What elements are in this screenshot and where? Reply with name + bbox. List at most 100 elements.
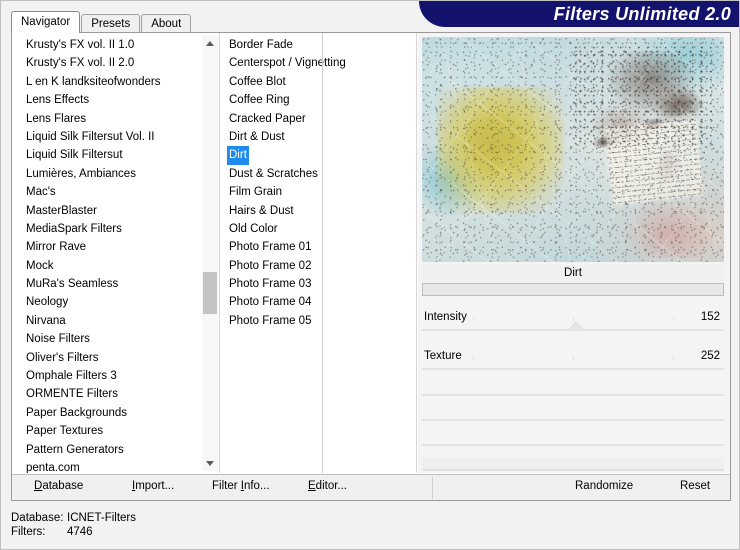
filter-item[interactable]: Dirt & Dust <box>221 128 416 146</box>
navigator-item-label: Omphale Filters 3 <box>26 370 117 383</box>
navigator-item[interactable]: Krusty's FX vol. II 2.0 <box>12 54 219 72</box>
filter-list[interactable]: Border Fade Centerspot / Vignetting Coffee… <box>221 33 417 473</box>
navigator-scrollbar[interactable] <box>202 35 218 471</box>
filter-info-button[interactable]: Filter Info... <box>212 480 270 492</box>
filter-item[interactable]: Border Fade <box>221 36 416 54</box>
slider-tick <box>672 317 674 321</box>
filter-item[interactable]: Hairs & Dust <box>221 202 416 220</box>
navigator-item-label: Mirror Rave <box>26 241 87 254</box>
navigator-item[interactable]: Paper Textures <box>12 422 219 440</box>
filter-item[interactable]: Photo Frame 05 <box>221 312 416 330</box>
tab-presets[interactable]: Presets <box>81 14 141 32</box>
filter-item[interactable]: Cracked Paper <box>221 110 416 128</box>
preset-bar[interactable] <box>422 283 724 296</box>
navigator-item[interactable]: Liquid Silk Filtersut Vol. II <box>12 128 219 146</box>
filter-item[interactable]: Dirt <box>221 146 416 165</box>
slider-tick <box>573 356 574 360</box>
navigator-item[interactable]: MediaSpark Filters <box>12 220 219 238</box>
filter-item[interactable]: Old Color <box>221 220 416 238</box>
navigator-item[interactable]: Noise Filters <box>12 330 219 348</box>
panel-footer-strip <box>422 457 724 469</box>
slider-track-empty <box>422 394 724 396</box>
navigator-item-label: ORMENTE Filters <box>26 388 118 401</box>
navigator-item[interactable]: Neology <box>12 293 219 311</box>
navigator-item[interactable]: Lens Flares <box>12 110 219 128</box>
navigator-item[interactable]: L en K landksiteofwonders <box>12 73 219 91</box>
filter-item[interactable]: Photo Frame 03 <box>221 275 416 293</box>
navigator-item-label: Neology <box>26 296 69 309</box>
navigator-item-label: Krusty's FX vol. II 1.0 <box>26 39 135 51</box>
slider-track-empty <box>422 469 724 471</box>
database-button[interactable]: Database <box>34 480 83 492</box>
tab-about[interactable]: About <box>141 14 192 32</box>
navigator-item-label: MuRa's Seamless <box>26 278 119 291</box>
filter-item-label: Old Color <box>229 222 278 235</box>
preview-panel: Dirt Intensity 152 Texture 252 <box>418 33 730 473</box>
chevron-down-icon <box>206 460 214 466</box>
filter-item-label: Hairs & Dust <box>229 204 294 217</box>
navigator-item[interactable]: Pattern Generators <box>12 441 219 459</box>
navigator-item-label: penta.com <box>26 461 80 473</box>
navigator-item-label: Liquid Silk Filtersut Vol. II <box>26 130 155 143</box>
filter-item[interactable]: Film Grain <box>221 183 416 201</box>
editor-button[interactable]: Editor... <box>308 480 347 492</box>
slider-track[interactable] <box>422 368 724 370</box>
filter-item-label: Coffee Blot <box>229 75 286 88</box>
navigator-item[interactable]: Nirvana <box>12 312 219 330</box>
scroll-down-button[interactable] <box>202 455 218 471</box>
action-row: Database Import... Filter Info... Editor… <box>12 474 730 500</box>
tab-navigator[interactable]: Navigator <box>11 11 81 33</box>
navigator-item[interactable]: Krusty's FX vol. II 1.0 <box>12 36 219 54</box>
filter-item-label: Photo Frame 04 <box>229 296 312 309</box>
scrollbar-thumb[interactable] <box>203 271 217 314</box>
filter-item[interactable]: Coffee Ring <box>221 91 416 109</box>
main-panel: Krusty's FX vol. II 1.0 Krusty's FX vol. … <box>11 32 731 501</box>
navigator-item-label: MediaSpark Filters <box>26 222 122 235</box>
filter-item[interactable]: Dust & Scratches <box>221 165 416 183</box>
status-database-label: Database: <box>11 512 64 524</box>
filter-item[interactable]: Coffee Blot <box>221 73 416 91</box>
navigator-item-label: Nirvana <box>26 314 66 327</box>
navigator-item[interactable]: Paper Backgrounds <box>12 404 219 422</box>
slider-row-empty <box>422 433 724 458</box>
action-row-divider <box>432 477 433 499</box>
slider-row[interactable]: Texture 252 <box>422 344 724 383</box>
panel-divider <box>322 33 323 473</box>
navigator-item[interactable]: Mock <box>12 257 219 275</box>
navigator-item-label: Paper Textures <box>26 425 104 438</box>
filter-item[interactable]: Photo Frame 04 <box>221 293 416 311</box>
scroll-up-button[interactable] <box>202 35 218 51</box>
navigator-item-label: MasterBlaster <box>26 204 97 217</box>
status-info: Database: ICNET-Filters Filters: 4746 <box>11 511 136 539</box>
navigator-item[interactable]: Oliver's Filters <box>12 349 219 367</box>
filter-item[interactable]: Photo Frame 01 <box>221 238 416 256</box>
filter-item[interactable]: Centerspot / Vignetting <box>221 54 416 72</box>
navigator-item[interactable]: MuRa's Seamless <box>12 275 219 293</box>
randomize-button[interactable]: Randomize <box>575 480 633 492</box>
slider-row[interactable]: Intensity 152 <box>422 305 724 344</box>
filter-item-label: Film Grain <box>229 186 283 199</box>
filter-item[interactable]: Photo Frame 02 <box>221 257 416 275</box>
filter-item-label: Dirt & Dust <box>229 130 285 143</box>
navigator-item[interactable]: ORMENTE Filters <box>12 385 219 403</box>
import-button[interactable]: Import... <box>132 480 174 492</box>
slider-label: Texture <box>424 350 462 362</box>
navigator-item-label: Pattern Generators <box>26 443 124 456</box>
preview-image[interactable] <box>422 37 724 262</box>
navigator-item[interactable]: penta.com <box>12 459 219 473</box>
navigator-item[interactable]: MasterBlaster <box>12 202 219 220</box>
navigator-item[interactable]: Omphale Filters 3 <box>12 367 219 385</box>
navigator-list[interactable]: Krusty's FX vol. II 1.0 Krusty's FX vol. … <box>12 33 220 473</box>
navigator-item[interactable]: Lens Effects <box>12 91 219 109</box>
app-title-banner: Filters Unlimited 2.0 <box>419 1 739 27</box>
navigator-item[interactable]: Lumières, Ambiances <box>12 165 219 183</box>
slider-thumb[interactable] <box>567 321 586 331</box>
app-title-text: Filters Unlimited 2.0 <box>553 4 731 24</box>
navigator-item[interactable]: Mirror Rave <box>12 238 219 256</box>
navigator-item[interactable]: Liquid Silk Filtersut <box>12 146 219 164</box>
slider-row-empty <box>422 383 724 408</box>
navigator-item[interactable]: Mac's <box>12 183 219 201</box>
filter-item-label: Photo Frame 05 <box>229 314 312 327</box>
navigator-item-label: Mock <box>26 259 54 272</box>
reset-button[interactable]: Reset <box>680 480 710 492</box>
